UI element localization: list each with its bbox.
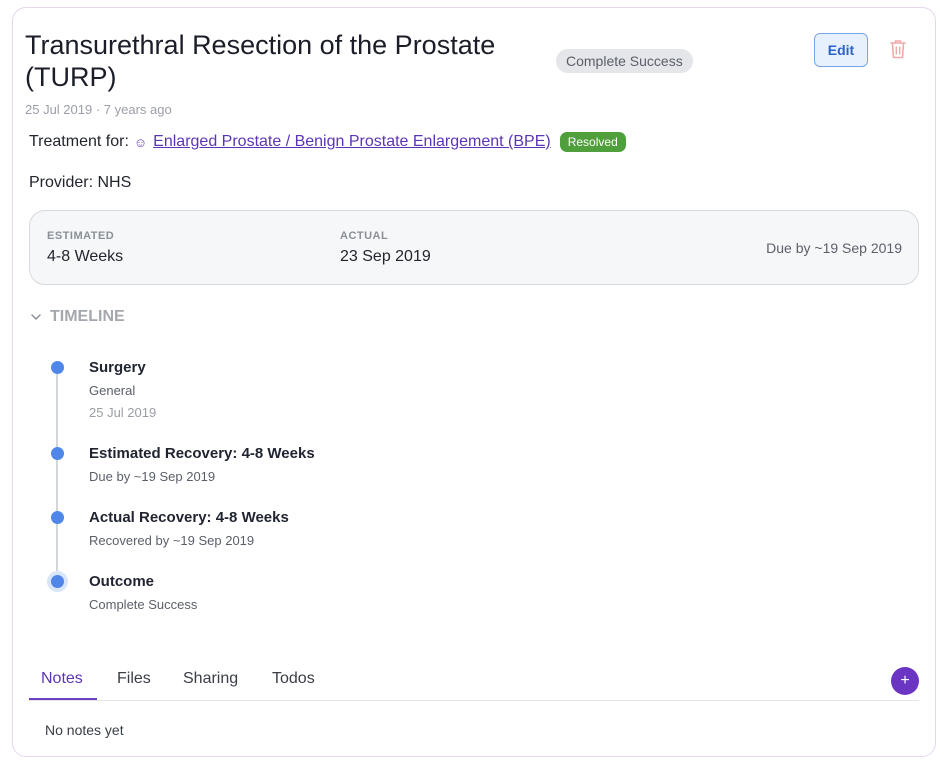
tab-notes[interactable]: Notes [41,670,83,688]
outcome-status-badge: Complete Success [556,49,693,73]
tab-files[interactable]: Files [117,670,151,688]
timeline-dot [51,511,64,524]
treatment-label: Treatment for: [29,133,129,150]
edit-button[interactable]: Edit [814,33,868,67]
timeline-event-subtitle: General [89,383,136,398]
tab-todos[interactable]: Todos [272,670,315,688]
procedure-date: 25 Jul 2019 · 7 years ago [25,102,172,117]
timeline-event-subtitle: Due by ~19 Sep 2019 [89,469,216,484]
page-title: Transurethral Resection of the Prostate … [25,30,496,92]
estimated-value: 4-8 Weeks [47,248,124,265]
provider-text: Provider: NHS [29,174,132,191]
timeline-toggle[interactable]: TIMELINE [30,308,125,326]
condition-link[interactable]: Enlarged Prostate / Benign Prostate Enla… [153,133,551,151]
chevron-down-icon [31,314,41,320]
plus-icon: + [900,672,910,689]
condition-icon: ☺ [133,134,148,150]
timeline-event-date: 25 Jul 2019 [89,405,157,420]
treatment-row: Treatment for: ☺ Enlarged Prostate / Ben… [29,132,626,152]
due-date-text: Due by ~19 Sep 2019 [766,240,902,256]
timeline-event-title: Actual Recovery: 4-8 Weeks [89,509,289,526]
active-tab-indicator [29,698,97,700]
recovery-summary: ESTIMATED 4-8 Weeks ACTUAL 23 Sep 2019 D… [29,210,919,285]
empty-notes-message: No notes yet [45,722,124,738]
timeline-line [56,368,58,582]
actual-value: 23 Sep 2019 [340,248,431,265]
timeline-dot [51,575,64,588]
add-note-button[interactable]: + [891,667,919,695]
timeline-event-title: Outcome [89,573,155,590]
timeline-event-subtitle: Recovered by ~19 Sep 2019 [89,533,255,548]
timeline-dot [51,361,64,374]
timeline-event-title: Estimated Recovery: 4-8 Weeks [89,445,315,462]
timeline-heading: TIMELINE [50,308,125,325]
timeline-dot [51,447,64,460]
trash-icon [890,40,906,59]
actual-label: ACTUAL [340,230,389,242]
timeline-event-subtitle: Complete Success [89,597,198,612]
estimated-label: ESTIMATED [47,230,115,242]
tab-sharing[interactable]: Sharing [183,670,238,688]
tab-bar: Notes Files Sharing Todos [29,664,919,701]
timeline-event-title: Surgery [89,359,146,376]
procedure-card: Transurethral Resection of the Prostate … [12,7,936,757]
delete-button[interactable] [889,38,907,60]
resolved-badge: Resolved [559,132,626,152]
